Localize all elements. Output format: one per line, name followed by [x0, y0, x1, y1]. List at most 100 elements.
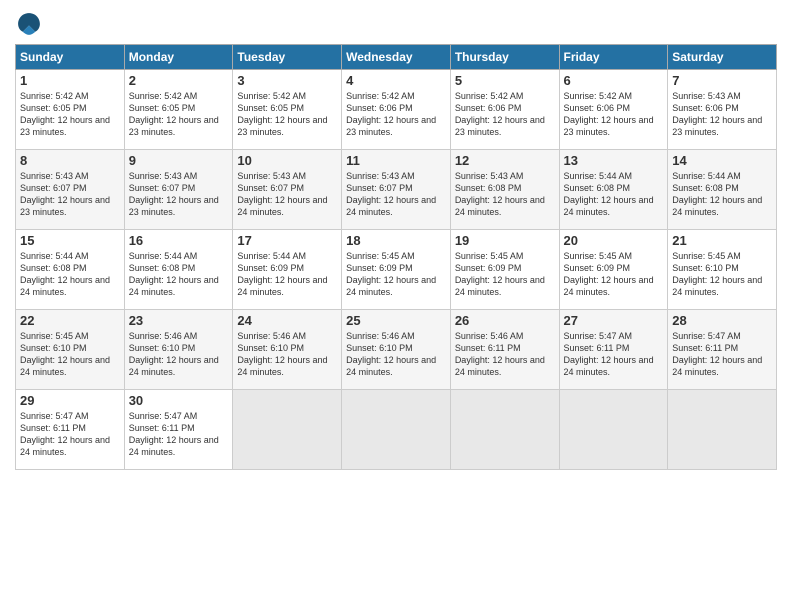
- calendar-cell: 15Sunrise: 5:44 AM Sunset: 6:08 PM Dayli…: [16, 230, 125, 310]
- day-number: 29: [20, 393, 120, 408]
- calendar-cell: 7 Sunrise: 5:43 AM Sunset: 6:06 PM Daylig…: [668, 70, 777, 150]
- column-header-monday: Monday: [124, 45, 233, 70]
- day-info: Sunrise: 5:47 AM Sunset: 6:11 PM Dayligh…: [564, 330, 664, 379]
- day-info: Sunrise: 5:46 AM Sunset: 6:10 PM Dayligh…: [237, 330, 337, 379]
- day-info: Sunrise: 5:44 AM Sunset: 6:08 PM Dayligh…: [672, 170, 772, 219]
- calendar-cell: 25 Sunrise: 5:46 AM Sunset: 6:10 PM Dayli…: [342, 310, 451, 390]
- day-info: Sunrise: 5:44 AM Sunset: 6:09 PM Dayligh…: [237, 250, 337, 299]
- calendar-cell: [233, 390, 342, 470]
- day-number: 4: [346, 73, 446, 88]
- day-number: 13: [564, 153, 664, 168]
- day-number: 21: [672, 233, 772, 248]
- calendar-cell: 23 Sunrise: 5:46 AM Sunset: 6:10 PM Dayli…: [124, 310, 233, 390]
- calendar-cell: 14 Sunrise: 5:44 AM Sunset: 6:08 PM Dayli…: [668, 150, 777, 230]
- calendar-cell: 21 Sunrise: 5:45 AM Sunset: 6:10 PM Dayli…: [668, 230, 777, 310]
- calendar-cell: 11 Sunrise: 5:43 AM Sunset: 6:07 PM Dayli…: [342, 150, 451, 230]
- day-number: 3: [237, 73, 337, 88]
- day-number: 1: [20, 73, 120, 88]
- day-info: Sunrise: 5:46 AM Sunset: 6:11 PM Dayligh…: [455, 330, 555, 379]
- day-number: 15: [20, 233, 120, 248]
- calendar-cell: [559, 390, 668, 470]
- day-number: 6: [564, 73, 664, 88]
- calendar-cell: 17Sunrise: 5:44 AM Sunset: 6:09 PM Dayli…: [233, 230, 342, 310]
- day-info: Sunrise: 5:47 AM Sunset: 6:11 PM Dayligh…: [672, 330, 772, 379]
- day-number: 22: [20, 313, 120, 328]
- day-number: 19: [455, 233, 555, 248]
- week-row-4: 22 Sunrise: 5:45 AM Sunset: 6:10 PM Dayli…: [16, 310, 777, 390]
- day-info: Sunrise: 5:42 AM Sunset: 6:06 PM Dayligh…: [564, 90, 664, 139]
- logo-icon: [15, 10, 43, 38]
- day-number: 11: [346, 153, 446, 168]
- week-row-3: 15Sunrise: 5:44 AM Sunset: 6:08 PM Dayli…: [16, 230, 777, 310]
- day-number: 9: [129, 153, 229, 168]
- day-number: 14: [672, 153, 772, 168]
- calendar-cell: 18 Sunrise: 5:45 AM Sunset: 6:09 PM Dayli…: [342, 230, 451, 310]
- day-info: Sunrise: 5:45 AM Sunset: 6:09 PM Dayligh…: [346, 250, 446, 299]
- calendar-cell: [342, 390, 451, 470]
- day-info: Sunrise: 5:44 AM Sunset: 6:08 PM Dayligh…: [564, 170, 664, 219]
- day-number: 25: [346, 313, 446, 328]
- day-number: 16: [129, 233, 229, 248]
- calendar-cell: 20 Sunrise: 5:45 AM Sunset: 6:09 PM Dayli…: [559, 230, 668, 310]
- day-info: Sunrise: 5:46 AM Sunset: 6:10 PM Dayligh…: [346, 330, 446, 379]
- day-info: Sunrise: 5:42 AM Sunset: 6:06 PM Dayligh…: [346, 90, 446, 139]
- day-number: 24: [237, 313, 337, 328]
- day-number: 23: [129, 313, 229, 328]
- column-header-sunday: Sunday: [16, 45, 125, 70]
- day-number: 7: [672, 73, 772, 88]
- day-number: 20: [564, 233, 664, 248]
- column-header-wednesday: Wednesday: [342, 45, 451, 70]
- day-info: Sunrise: 5:42 AM Sunset: 6:05 PM Dayligh…: [237, 90, 337, 139]
- day-info: Sunrise: 5:45 AM Sunset: 6:10 PM Dayligh…: [672, 250, 772, 299]
- calendar-cell: 12Sunrise: 5:43 AM Sunset: 6:08 PM Dayli…: [450, 150, 559, 230]
- calendar-cell: [450, 390, 559, 470]
- day-number: 30: [129, 393, 229, 408]
- calendar-cell: 27 Sunrise: 5:47 AM Sunset: 6:11 PM Dayli…: [559, 310, 668, 390]
- week-row-2: 8 Sunrise: 5:43 AM Sunset: 6:07 PM Daylig…: [16, 150, 777, 230]
- calendar-cell: 10 Sunrise: 5:43 AM Sunset: 6:07 PM Dayli…: [233, 150, 342, 230]
- day-number: 12: [455, 153, 555, 168]
- calendar-cell: 22 Sunrise: 5:45 AM Sunset: 6:10 PM Dayli…: [16, 310, 125, 390]
- day-number: 18: [346, 233, 446, 248]
- column-header-friday: Friday: [559, 45, 668, 70]
- calendar-cell: 8 Sunrise: 5:43 AM Sunset: 6:07 PM Daylig…: [16, 150, 125, 230]
- day-info: Sunrise: 5:43 AM Sunset: 6:07 PM Dayligh…: [237, 170, 337, 219]
- day-info: Sunrise: 5:43 AM Sunset: 6:07 PM Dayligh…: [20, 170, 120, 219]
- day-info: Sunrise: 5:47 AM Sunset: 6:11 PM Dayligh…: [20, 410, 120, 459]
- day-info: Sunrise: 5:42 AM Sunset: 6:05 PM Dayligh…: [129, 90, 229, 139]
- calendar-cell: 9 Sunrise: 5:43 AM Sunset: 6:07 PM Daylig…: [124, 150, 233, 230]
- day-info: Sunrise: 5:45 AM Sunset: 6:09 PM Dayligh…: [455, 250, 555, 299]
- calendar-cell: 24 Sunrise: 5:46 AM Sunset: 6:10 PM Dayli…: [233, 310, 342, 390]
- day-number: 26: [455, 313, 555, 328]
- day-info: Sunrise: 5:45 AM Sunset: 6:09 PM Dayligh…: [564, 250, 664, 299]
- calendar: SundayMondayTuesdayWednesdayThursdayFrid…: [15, 44, 777, 470]
- calendar-cell: 1Sunrise: 5:42 AM Sunset: 6:05 PM Daylig…: [16, 70, 125, 150]
- page-container: SundayMondayTuesdayWednesdayThursdayFrid…: [0, 0, 792, 480]
- day-info: Sunrise: 5:42 AM Sunset: 6:06 PM Dayligh…: [455, 90, 555, 139]
- calendar-cell: 5Sunrise: 5:42 AM Sunset: 6:06 PM Daylig…: [450, 70, 559, 150]
- calendar-cell: 19 Sunrise: 5:45 AM Sunset: 6:09 PM Dayli…: [450, 230, 559, 310]
- calendar-cell: 16Sunrise: 5:44 AM Sunset: 6:08 PM Dayli…: [124, 230, 233, 310]
- calendar-cell: 4 Sunrise: 5:42 AM Sunset: 6:06 PM Daylig…: [342, 70, 451, 150]
- day-number: 2: [129, 73, 229, 88]
- calendar-cell: 6 Sunrise: 5:42 AM Sunset: 6:06 PM Daylig…: [559, 70, 668, 150]
- day-number: 8: [20, 153, 120, 168]
- calendar-cell: 2 Sunrise: 5:42 AM Sunset: 6:05 PM Daylig…: [124, 70, 233, 150]
- day-info: Sunrise: 5:43 AM Sunset: 6:07 PM Dayligh…: [129, 170, 229, 219]
- day-number: 27: [564, 313, 664, 328]
- calendar-cell: 30 Sunrise: 5:47 AM Sunset: 6:11 PM Dayli…: [124, 390, 233, 470]
- calendar-cell: 29 Sunrise: 5:47 AM Sunset: 6:11 PM Dayli…: [16, 390, 125, 470]
- day-info: Sunrise: 5:43 AM Sunset: 6:07 PM Dayligh…: [346, 170, 446, 219]
- day-info: Sunrise: 5:46 AM Sunset: 6:10 PM Dayligh…: [129, 330, 229, 379]
- column-header-saturday: Saturday: [668, 45, 777, 70]
- calendar-cell: 26 Sunrise: 5:46 AM Sunset: 6:11 PM Dayli…: [450, 310, 559, 390]
- column-header-tuesday: Tuesday: [233, 45, 342, 70]
- day-info: Sunrise: 5:43 AM Sunset: 6:06 PM Dayligh…: [672, 90, 772, 139]
- day-info: Sunrise: 5:47 AM Sunset: 6:11 PM Dayligh…: [129, 410, 229, 459]
- calendar-cell: 3 Sunrise: 5:42 AM Sunset: 6:05 PM Daylig…: [233, 70, 342, 150]
- column-header-thursday: Thursday: [450, 45, 559, 70]
- day-number: 28: [672, 313, 772, 328]
- day-info: Sunrise: 5:45 AM Sunset: 6:10 PM Dayligh…: [20, 330, 120, 379]
- day-number: 10: [237, 153, 337, 168]
- logo: [15, 10, 47, 38]
